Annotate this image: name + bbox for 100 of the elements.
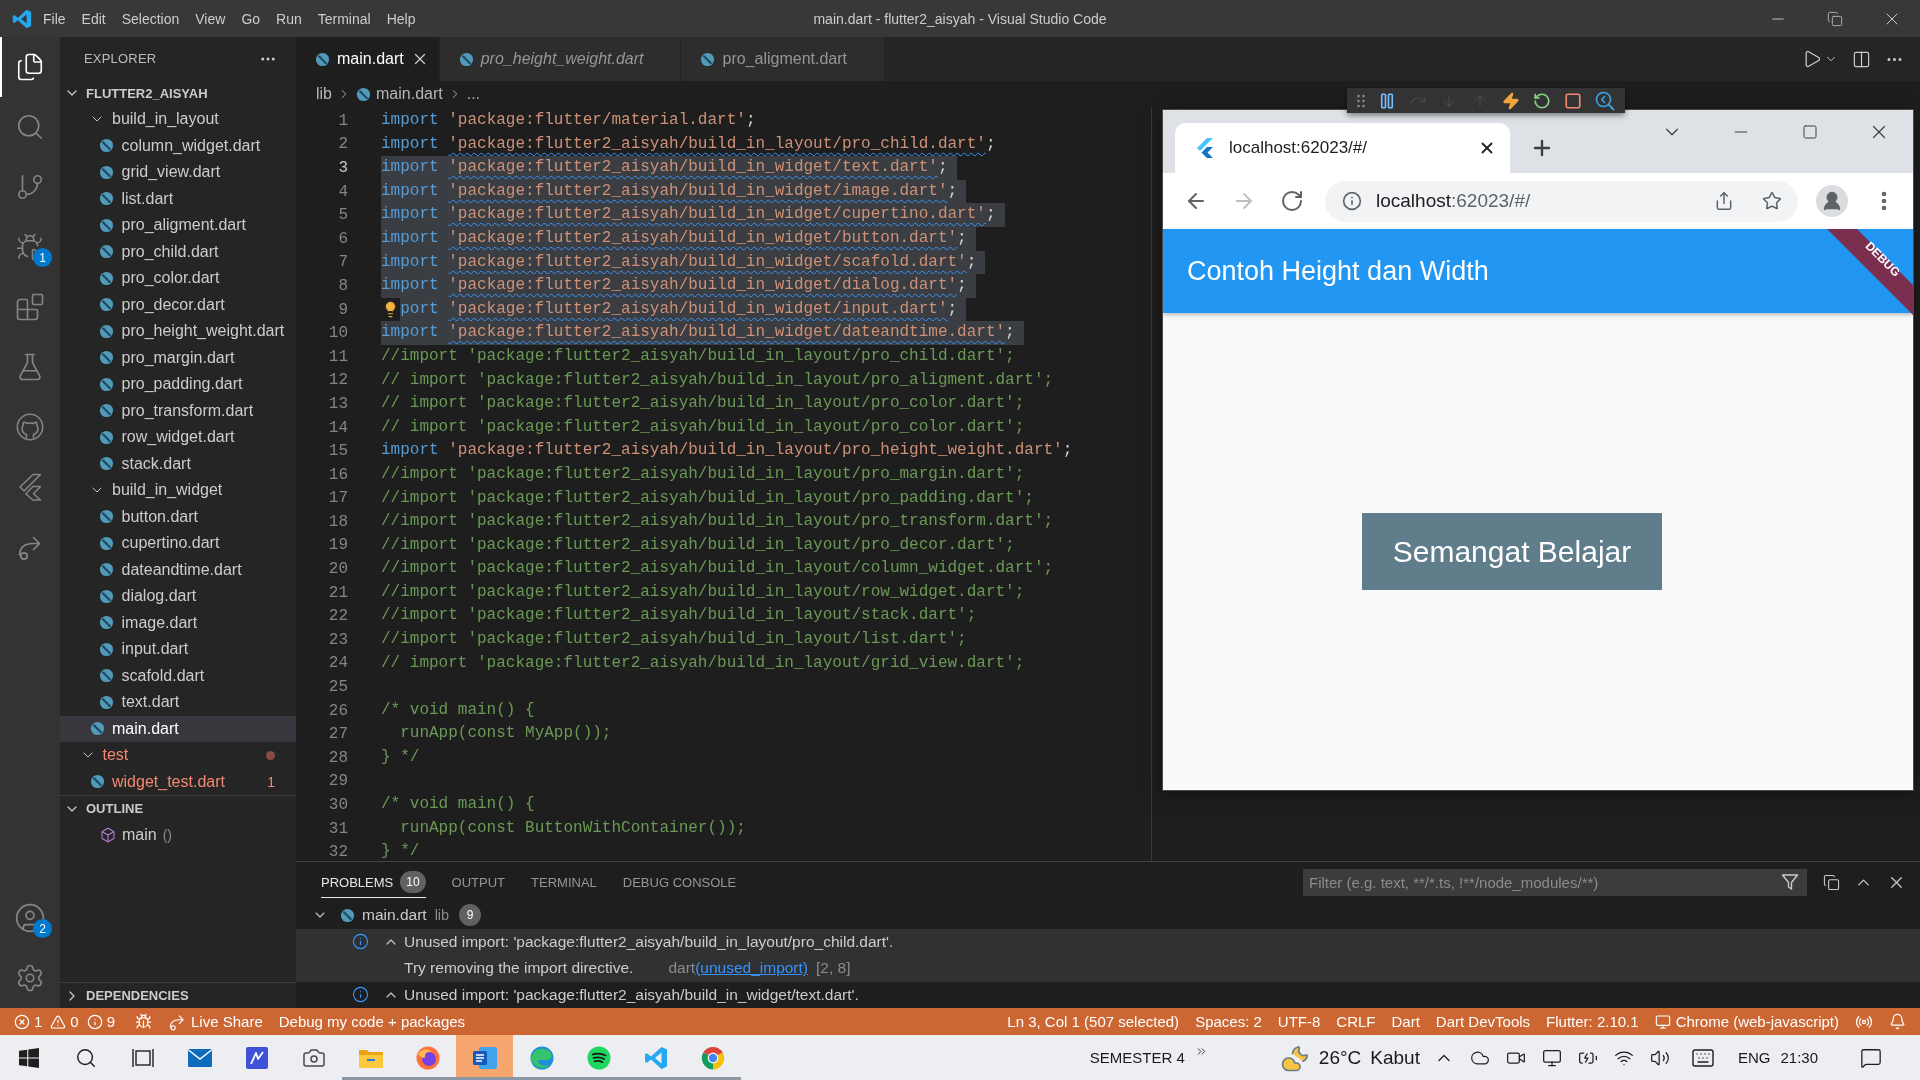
settings-icon[interactable] <box>15 963 45 993</box>
pause-icon[interactable] <box>1378 91 1396 110</box>
editor-tab[interactable]: pro_height_weight.dart <box>439 37 682 81</box>
menu-item[interactable]: Go <box>236 7 266 30</box>
bell-icon[interactable] <box>1889 1013 1906 1030</box>
reload-icon[interactable] <box>1280 189 1304 213</box>
section-header[interactable]: OUTLINE <box>86 801 144 816</box>
status-item[interactable]: Chrome (web-javascript) <box>1646 1008 1847 1035</box>
file-name[interactable]: image.dart <box>121 613 198 632</box>
star-icon[interactable] <box>1762 191 1782 211</box>
breadcrumb-item[interactable]: lib <box>316 85 332 103</box>
url-text[interactable]: localhost:62023/#/ <box>1376 190 1531 212</box>
branch-icon[interactable] <box>15 172 45 202</box>
status-item[interactable]: UTF-8 <box>1269 1008 1329 1035</box>
status-item[interactable]: Live Share <box>160 1008 271 1035</box>
share-icon[interactable] <box>1714 191 1734 211</box>
file-name[interactable]: list.dart <box>121 189 174 208</box>
clock[interactable]: 21:30 <box>1780 1049 1818 1066</box>
info-icon[interactable] <box>1342 191 1362 211</box>
file-name[interactable]: dialog.dart <box>121 587 197 606</box>
magnifier-chevron-icon[interactable] <box>1595 90 1615 111</box>
chevron-logo-icon[interactable] <box>18 473 42 501</box>
file-name[interactable]: pro_height_weight.dart <box>121 322 285 341</box>
editor-tab[interactable]: pro_aligment.dart <box>681 37 885 81</box>
weather-temperature[interactable]: 26°C <box>1318 1046 1362 1069</box>
monitor-icon[interactable] <box>1541 1047 1562 1068</box>
address-bar[interactable]: localhost:62023/#/ <box>1325 180 1798 222</box>
folder-name[interactable]: build_in_layout <box>112 110 219 129</box>
rule-link[interactable]: (unused_import) <box>695 959 808 978</box>
menu-item[interactable]: View <box>190 7 231 30</box>
weather-condition[interactable]: Kabut <box>1370 1046 1420 1069</box>
problem-message[interactable]: Unused import: 'package:flutter2_aisyah/build_in_widget/text.dart'. <box>404 985 859 1004</box>
file-name[interactable]: scafold.dart <box>121 666 205 685</box>
error-count[interactable]: 1 <box>34 1013 43 1030</box>
status-item[interactable]: CRLF <box>1328 1008 1384 1035</box>
maximize-icon[interactable] <box>1801 124 1818 140</box>
language-indicator[interactable]: ENG <box>1737 1049 1771 1066</box>
menu-item[interactable]: Terminal <box>312 7 376 30</box>
files-icon[interactable] <box>15 52 45 82</box>
taskbar-button[interactable] <box>456 1035 513 1080</box>
warning-count[interactable]: 0 <box>70 1013 79 1030</box>
file-name[interactable]: pro_child.dart <box>121 242 219 261</box>
info-count[interactable]: 9 <box>106 1013 116 1030</box>
grip-icon[interactable] <box>1357 93 1365 108</box>
file-name[interactable]: column_widget.dart <box>121 136 261 155</box>
file-name[interactable]: input.dart <box>121 640 189 659</box>
restore-icon[interactable] <box>1826 10 1843 27</box>
status-item[interactable]: Spaces: 2 <box>1187 1008 1270 1035</box>
status-item[interactable]: Dart DevTools <box>1427 1008 1539 1035</box>
status-item[interactable]: Debug my code + packages <box>270 1008 474 1035</box>
split-editor-icon[interactable] <box>1852 49 1871 69</box>
avatar-icon[interactable] <box>1816 185 1848 217</box>
filter-field[interactable]: Filter (e.g. text, **/*.ts, !**/node_modules/**) <box>1303 868 1807 896</box>
file-name[interactable]: widget_test.dart <box>112 772 225 791</box>
warning-icon[interactable] <box>50 1013 67 1030</box>
file-name[interactable]: grid_view.dart <box>121 163 221 182</box>
toolbar-label[interactable]: SEMESTER 4 <box>1089 1049 1185 1066</box>
search-icon[interactable] <box>15 112 45 142</box>
file-name[interactable]: pro_padding.dart <box>121 375 243 394</box>
folder-name[interactable]: build_in_widget <box>112 481 223 500</box>
section-header[interactable]: FLUTTER2_AISYAH <box>86 85 208 101</box>
file-name[interactable]: pro_transform.dart <box>121 401 254 420</box>
filter-icon[interactable] <box>1781 872 1799 891</box>
panel-tab[interactable]: DEBUG CONSOLE <box>622 869 737 895</box>
file-name[interactable]: dateandtime.dart <box>121 560 242 579</box>
menu-item[interactable]: File <box>38 7 71 30</box>
blocks-icon[interactable] <box>15 292 45 322</box>
error-icon[interactable] <box>14 1013 30 1030</box>
panel-tab[interactable]: TERMINAL <box>531 869 597 895</box>
folder-name[interactable]: test <box>102 746 129 765</box>
file-name[interactable]: main.dart <box>112 719 179 738</box>
file-name[interactable]: row_widget.dart <box>121 428 235 447</box>
file-name[interactable]: pro_color.dart <box>121 269 220 288</box>
editor-tab[interactable]: main.dart <box>296 37 440 81</box>
section-header[interactable]: DEPENDENCIES <box>86 988 189 1003</box>
breadcrumb-item[interactable]: ... <box>466 85 481 103</box>
file-name[interactable]: pro_margin.dart <box>121 348 235 367</box>
menu-item[interactable]: Help <box>381 7 421 30</box>
lightning-icon[interactable] <box>1502 91 1520 110</box>
file-name[interactable]: button.dart <box>121 507 198 526</box>
stacked-squares-icon[interactable] <box>1823 873 1840 891</box>
bug-icon[interactable] <box>135 1013 153 1030</box>
browser-tab[interactable]: localhost:62023/#/ <box>1175 123 1510 173</box>
file-name[interactable]: stack.dart <box>121 454 191 473</box>
problem-message[interactable]: Unused import: 'package:flutter2_aisyah/build_in_layout/pro_child.dart'. <box>404 932 894 951</box>
cat-logo-icon[interactable] <box>16 413 44 441</box>
stop-icon[interactable] <box>1564 91 1582 110</box>
account-icon[interactable] <box>14 902 46 934</box>
menu-item[interactable]: Selection <box>116 7 185 30</box>
file-name[interactable]: text.dart <box>121 693 180 712</box>
bug-play-icon[interactable] <box>15 232 45 262</box>
file-name[interactable]: main.dart <box>362 906 427 925</box>
panel-tab[interactable]: OUTPUT <box>451 869 506 895</box>
file-name[interactable]: pro_decor.dart <box>121 295 225 314</box>
file-name[interactable]: pro_aligment.dart <box>121 216 246 235</box>
symbol-name[interactable]: main <box>122 825 157 844</box>
notification-icon[interactable] <box>1860 1046 1882 1069</box>
breadcrumb-item[interactable]: main.dart <box>376 85 443 103</box>
status-item[interactable]: Flutter: 2.10.1 <box>1538 1008 1647 1035</box>
restart-icon[interactable] <box>1533 91 1551 110</box>
